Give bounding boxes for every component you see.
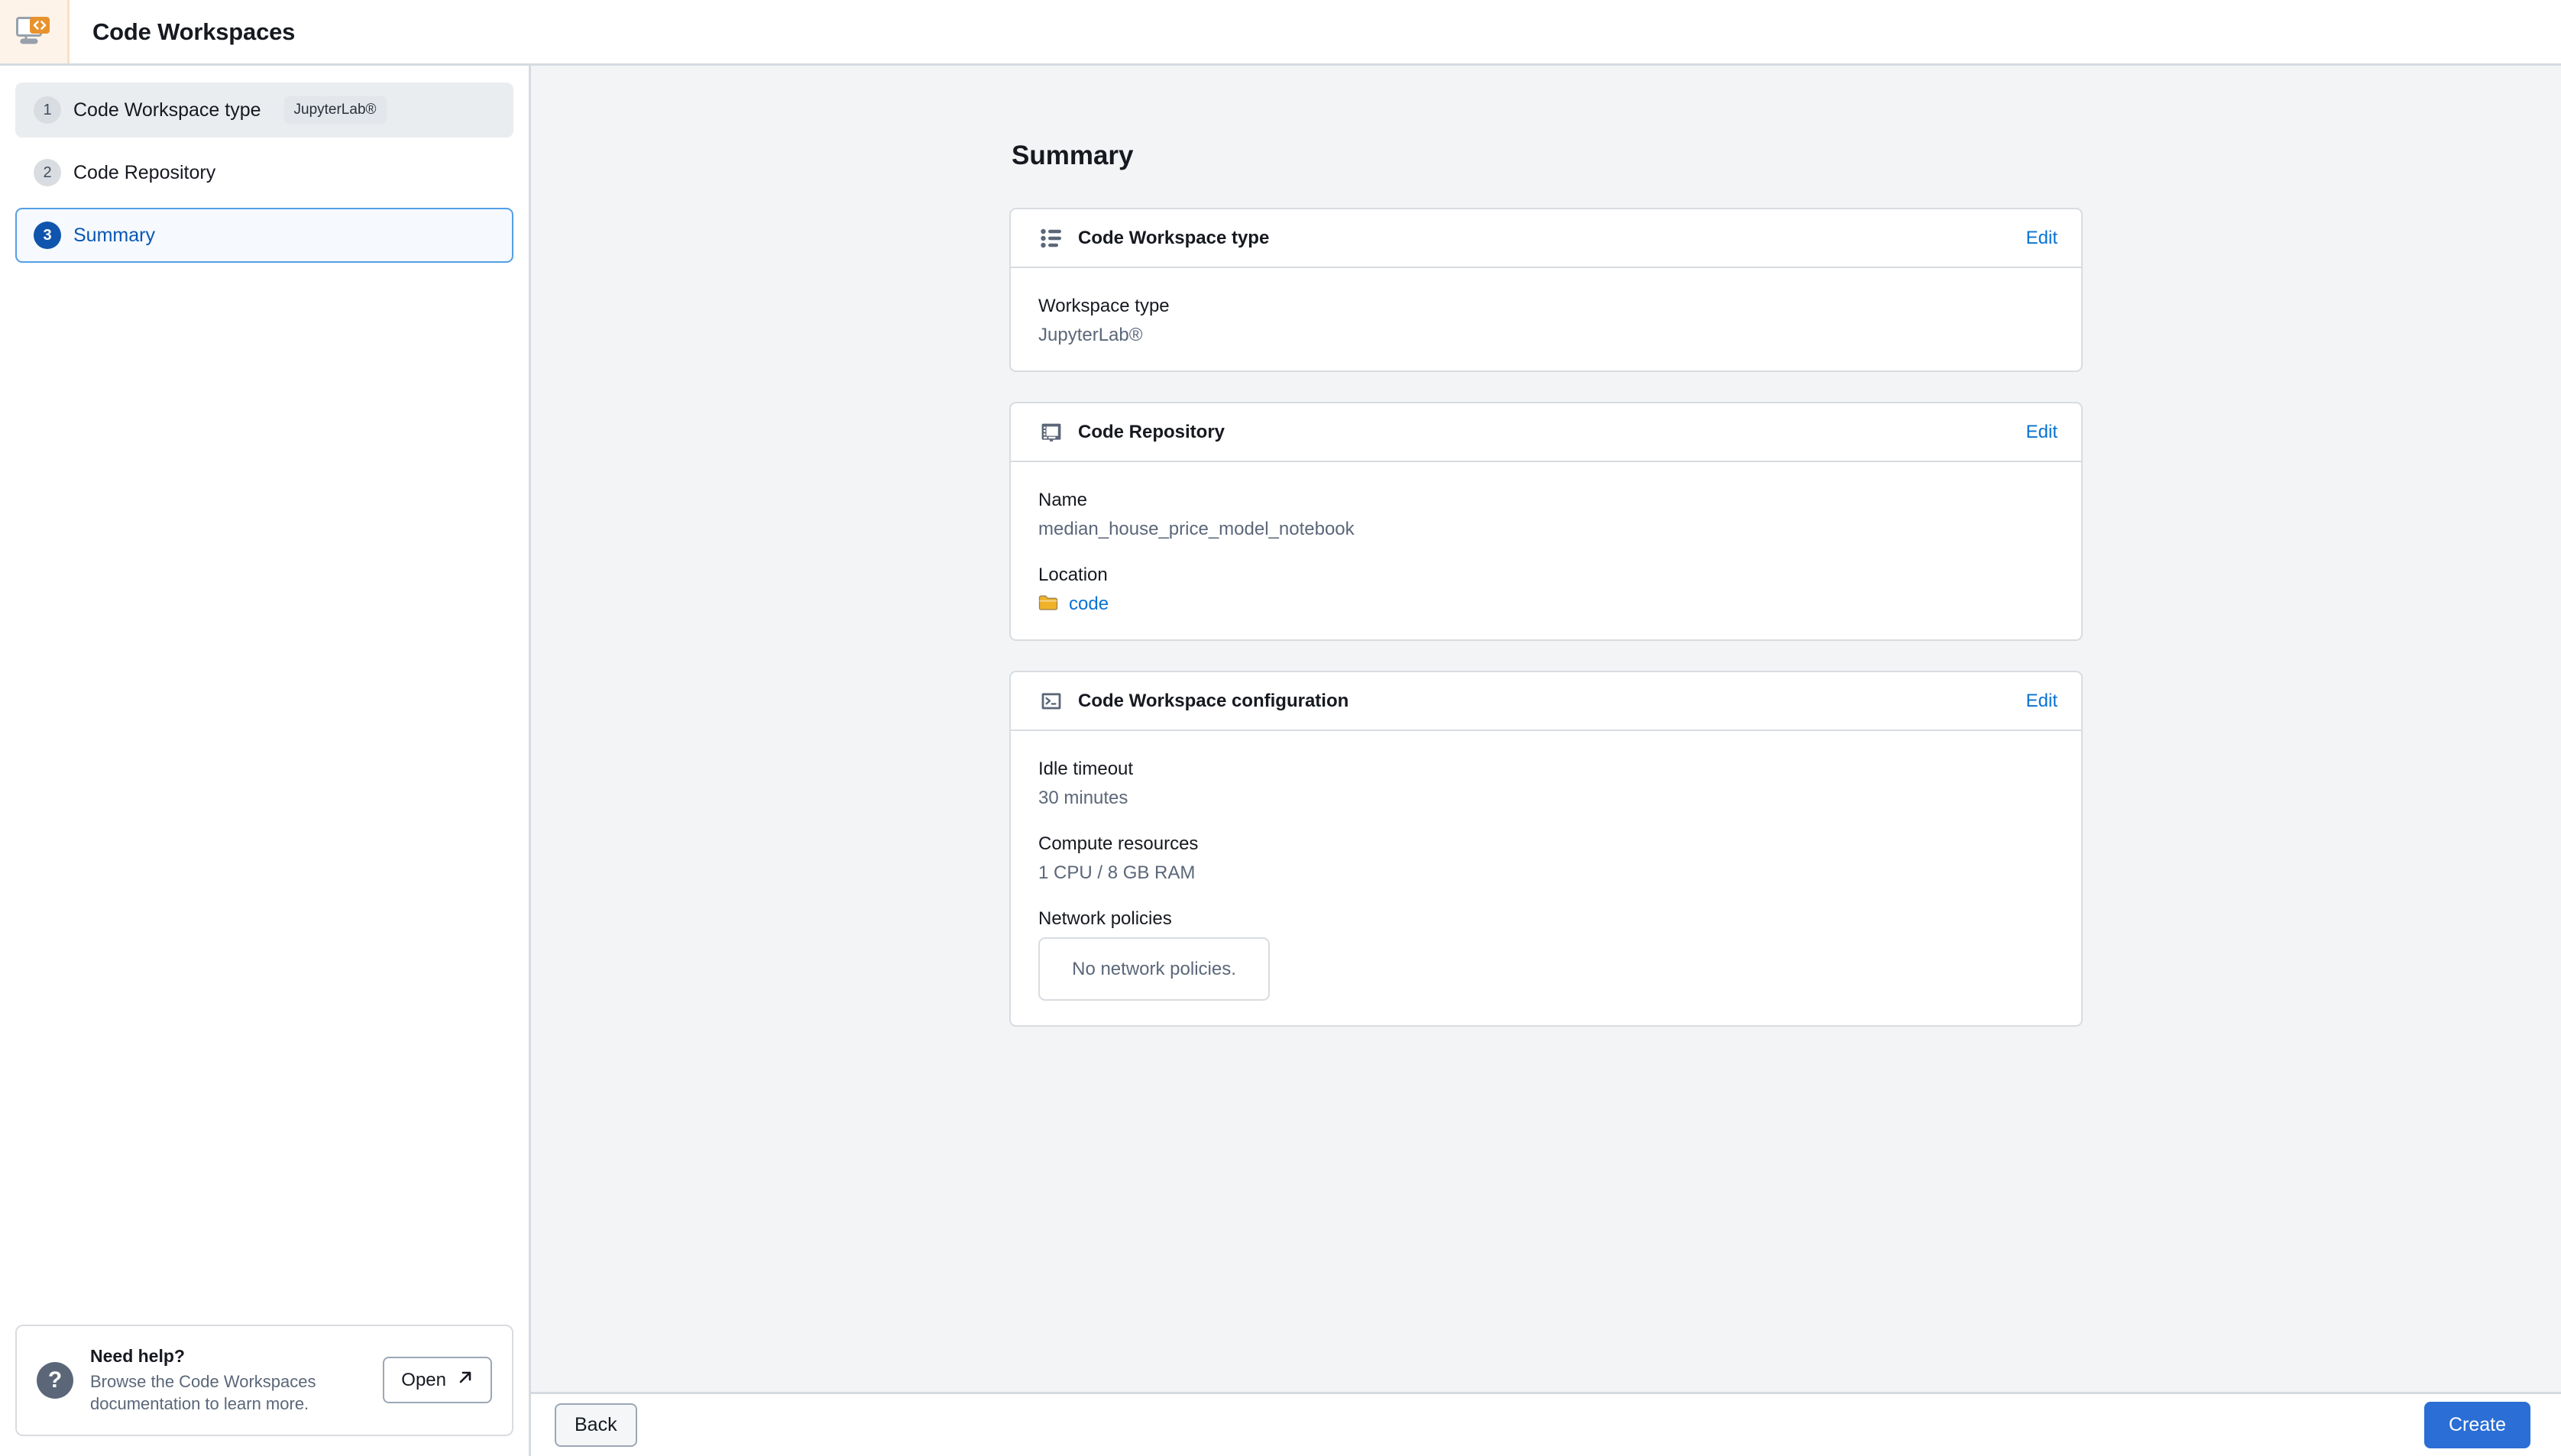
field-value: 30 minutes — [1038, 788, 1128, 808]
card-body: Idle timeout 30 minutes Compute resource… — [1011, 731, 2081, 1025]
app-title: Code Workspaces — [92, 18, 296, 45]
card-header: Code Workspace type Edit — [1011, 209, 2081, 268]
edit-code-workspace-configuration-link[interactable]: Edit — [2026, 691, 2058, 712]
step-value-chip: JupyterLab® — [283, 96, 387, 124]
open-button-label: Open — [401, 1369, 446, 1390]
wizard-sidebar: 1 Code Workspace type JupyterLab® 2 Code… — [0, 66, 531, 1456]
sidebar-step-code-workspace-type[interactable]: 1 Code Workspace type JupyterLab® — [15, 83, 513, 138]
app-logo — [0, 0, 70, 63]
create-button[interactable]: Create — [2423, 1402, 2530, 1448]
field-value: median_house_price_model_notebook — [1038, 519, 1355, 539]
edit-code-repository-link[interactable]: Edit — [2026, 422, 2058, 443]
field-idle-timeout: Idle timeout 30 minutes — [1038, 759, 2054, 809]
code-workspace-monitor-icon — [15, 15, 52, 49]
step-label: Code Repository — [73, 161, 216, 183]
field-compute-resources: Compute resources 1 CPU / 8 GB RAM — [1038, 833, 2054, 884]
card-header: Code Repository Edit — [1011, 403, 2081, 462]
field-network-policies: Network policies No network policies. — [1038, 908, 2054, 1001]
help-panel: ? Need help? Browse the Code Workspaces … — [15, 1324, 513, 1436]
card-code-workspace-configuration: Code Workspace configuration Edit Idle t… — [1009, 671, 2083, 1027]
folder-icon — [1038, 594, 1058, 615]
field-value: 1 CPU / 8 GB RAM — [1038, 862, 1196, 883]
field-label: Name — [1038, 490, 1088, 510]
card-title: Code Repository — [1078, 421, 1225, 442]
code-workspaces-wizard: Code Workspaces 1 Code Workspace type Ju… — [0, 0, 2561, 1456]
card-body: Name median_house_price_model_notebook L… — [1011, 462, 2081, 639]
sidebar-step-code-repository[interactable]: 2 Code Repository — [15, 145, 513, 200]
network-policies-empty-state: No network policies. — [1038, 937, 1270, 1001]
summary-column: Summary Code Workspace type Edit Workspa… — [1009, 66, 2083, 1027]
field-label: Workspace type — [1038, 296, 1170, 316]
wizard-steps: 1 Code Workspace type JupyterLab® 2 Code… — [0, 66, 529, 270]
card-title: Code Workspace type — [1078, 227, 1270, 248]
help-description: Browse the Code Workspaces documentation… — [90, 1371, 316, 1413]
main-scroll-area: Summary Code Workspace type Edit Workspa… — [531, 66, 2561, 1392]
terminal-icon — [1038, 688, 1064, 714]
field-label: Compute resources — [1038, 833, 1199, 854]
field-repository-location: Location code — [1038, 565, 2054, 615]
field-repository-name: Name median_house_price_model_notebook — [1038, 490, 2054, 540]
card-body: Workspace type JupyterLab® — [1011, 268, 2081, 370]
card-code-repository: Code Repository Edit Name median_house_p… — [1009, 402, 2083, 641]
field-workspace-type: Workspace type JupyterLab® — [1038, 296, 2054, 346]
bulleted-list-icon — [1038, 225, 1064, 251]
app-header: Code Workspaces — [0, 0, 2561, 66]
external-link-icon — [457, 1369, 474, 1391]
step-label: Code Workspace type — [73, 99, 261, 121]
card-code-workspace-type: Code Workspace type Edit Workspace type … — [1009, 208, 2083, 372]
edit-code-workspace-type-link[interactable]: Edit — [2026, 228, 2058, 249]
field-label: Idle timeout — [1038, 759, 1134, 779]
field-label: Network policies — [1038, 908, 1172, 929]
step-number-badge: 3 — [34, 222, 61, 249]
sidebar-step-summary[interactable]: 3 Summary — [15, 208, 513, 263]
field-label: Location — [1038, 565, 1108, 585]
card-title: Code Workspace configuration — [1078, 690, 1349, 711]
open-documentation-button[interactable]: Open — [383, 1357, 492, 1404]
field-value[interactable]: code — [1069, 594, 1109, 615]
help-title: Need help? — [90, 1345, 185, 1366]
help-panel-wrapper: ? Need help? Browse the Code Workspaces … — [0, 1324, 529, 1456]
card-header: Code Workspace configuration Edit — [1011, 672, 2081, 731]
step-number-badge: 1 — [34, 96, 61, 124]
step-number-badge: 2 — [34, 159, 61, 186]
help-text: Need help? Browse the Code Workspaces do… — [90, 1346, 366, 1416]
page-title: Summary — [1012, 141, 1134, 170]
back-button[interactable]: Back — [555, 1403, 637, 1447]
field-value: JupyterLab® — [1038, 325, 1143, 345]
step-label: Summary — [73, 224, 155, 246]
notebook-icon — [1038, 419, 1064, 445]
body: 1 Code Workspace type JupyterLab® 2 Code… — [0, 66, 2561, 1456]
question-mark-icon: ? — [37, 1361, 73, 1399]
location-value[interactable]: code — [1038, 594, 2054, 615]
main-content: Summary Code Workspace type Edit Workspa… — [531, 66, 2561, 1456]
wizard-action-bar: Back Create — [531, 1392, 2561, 1456]
